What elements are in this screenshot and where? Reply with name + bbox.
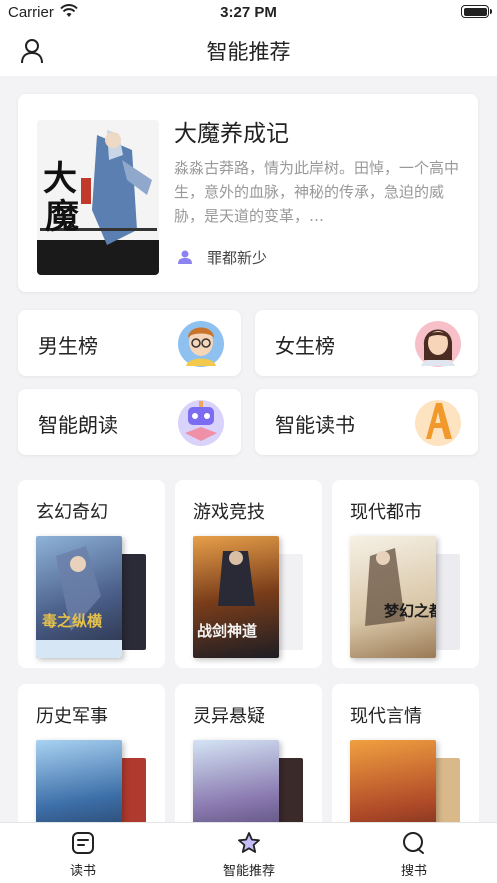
- book-cover-front: 梦幻之都: [350, 536, 436, 658]
- genre-card-history[interactable]: 历史军事: [18, 684, 165, 822]
- book-cover-title: 战剑神道: [197, 622, 257, 640]
- girl-avatar-icon: [415, 321, 461, 367]
- genre-book-stack[interactable]: 梦幻之都: [350, 536, 462, 658]
- battery-icon: [461, 5, 492, 18]
- genre-grid: 玄幻奇幻 毒之纵横 游戏竞技 战剑神道 现代都市 梦幻之 历史军事 灵异悬疑 现…: [0, 462, 497, 822]
- genre-card-suspense[interactable]: 灵异悬疑: [175, 684, 322, 822]
- svg-text:魔: 魔: [45, 197, 79, 237]
- featured-book-title[interactable]: 大魔养成记: [174, 114, 289, 148]
- author-icon: [178, 250, 192, 264]
- book-cover-title: 梦幻之都: [384, 602, 436, 620]
- genre-book-stack[interactable]: [36, 740, 148, 822]
- nav-bar: 智能推荐: [0, 26, 497, 76]
- tab-read[interactable]: 读书: [0, 823, 166, 883]
- search-icon: [403, 832, 424, 854]
- robot-icon: [178, 400, 224, 446]
- boy-avatar-icon: [178, 321, 224, 367]
- genre-card-fantasy[interactable]: 玄幻奇幻 毒之纵横: [18, 480, 165, 668]
- featured-book-cover[interactable]: 大 魔: [37, 120, 159, 275]
- genre-book-stack[interactable]: [193, 740, 305, 822]
- genre-card-gaming[interactable]: 游戏竞技 战剑神道: [175, 480, 322, 668]
- category-boys-ranking[interactable]: 男生榜: [18, 310, 241, 376]
- genre-label: 游戏竞技: [193, 502, 265, 523]
- category-label: 智能朗读: [38, 413, 118, 437]
- genre-card-romance[interactable]: 现代言情: [332, 684, 479, 822]
- genre-card-urban[interactable]: 现代都市 梦幻之都: [332, 480, 479, 668]
- letter-a-icon: [415, 400, 461, 446]
- book-list-icon: [72, 832, 94, 854]
- genre-label: 现代都市: [350, 502, 422, 523]
- book-cover-front: [193, 740, 279, 822]
- svg-text:大: 大: [43, 159, 77, 199]
- category-label: 男生榜: [38, 334, 98, 358]
- book-cover-front: [36, 740, 122, 822]
- category-smart-reading[interactable]: 智能读书: [255, 389, 478, 455]
- tab-label: 搜书: [400, 864, 427, 879]
- genre-label: 灵异悬疑: [193, 706, 265, 727]
- category-label: 女生榜: [275, 334, 335, 358]
- genre-label: 历史军事: [36, 706, 108, 727]
- book-cover-front: [350, 740, 436, 822]
- category-label: 智能读书: [275, 413, 355, 437]
- book-cover-front: 毒之纵横: [36, 536, 122, 658]
- book-cover-front: 战剑神道: [193, 536, 279, 658]
- featured-book-author: 罪都新少: [207, 249, 268, 267]
- tab-recommend[interactable]: 智能推荐: [166, 823, 332, 883]
- tab-search[interactable]: 搜书: [331, 823, 497, 883]
- category-girls-ranking[interactable]: 女生榜: [255, 310, 478, 376]
- status-bar: Carrier 3:27 PM: [0, 0, 497, 26]
- clock: 3:27 PM: [220, 4, 277, 21]
- genre-label: 现代言情: [350, 706, 422, 727]
- category-smart-reading-aloud[interactable]: 智能朗读: [18, 389, 241, 455]
- featured-book-card[interactable]: 大 魔 大魔养成记 淼淼古莽路，情为此岸树。田悼，一个高中生，意外的血脉，神秘的…: [18, 94, 478, 292]
- page-title: 智能推荐: [206, 40, 291, 64]
- star-icon: [238, 832, 260, 853]
- featured-book-description: 淼淼古莽路，情为此岸树。田悼，一个高中生，意外的血脉，神秘的传承，急迫的威胁，是…: [174, 159, 460, 225]
- tab-label: 智能推荐: [222, 864, 275, 879]
- genre-book-stack[interactable]: 战剑神道: [193, 536, 305, 658]
- book-cover-title: 毒之纵横: [42, 612, 103, 630]
- genre-label: 玄幻奇幻: [36, 502, 108, 523]
- tab-label: 读书: [69, 864, 96, 879]
- tab-bar: 读书 智能推荐 搜书: [0, 822, 497, 883]
- genre-book-stack[interactable]: [350, 740, 462, 822]
- genre-book-stack[interactable]: 毒之纵横: [36, 536, 148, 658]
